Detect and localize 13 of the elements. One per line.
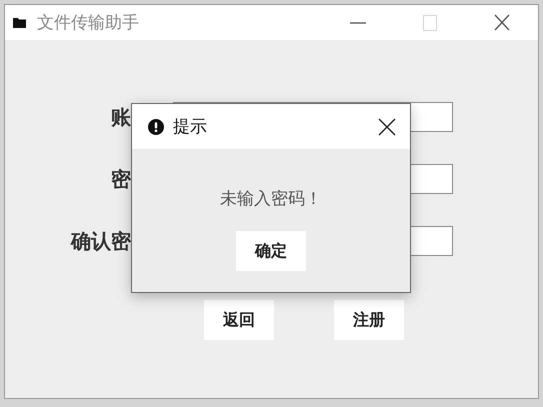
dialog-message: 未输入密码！ [220, 188, 322, 210]
exclamation-icon [148, 118, 164, 134]
folder-icon [13, 17, 26, 28]
close-icon[interactable] [378, 118, 396, 136]
ok-button[interactable]: 确定 [236, 231, 306, 271]
close-icon[interactable] [492, 12, 512, 32]
window-title: 文件传输助手 [37, 12, 139, 34]
back-button[interactable]: 返回 [204, 300, 274, 340]
register-button[interactable]: 注册 [334, 300, 404, 340]
field-label: 确认密 [70, 228, 131, 254]
dialog-title: 提示 [173, 116, 207, 138]
field-label: 账 [110, 104, 131, 130]
field-label: 密 [110, 166, 131, 192]
